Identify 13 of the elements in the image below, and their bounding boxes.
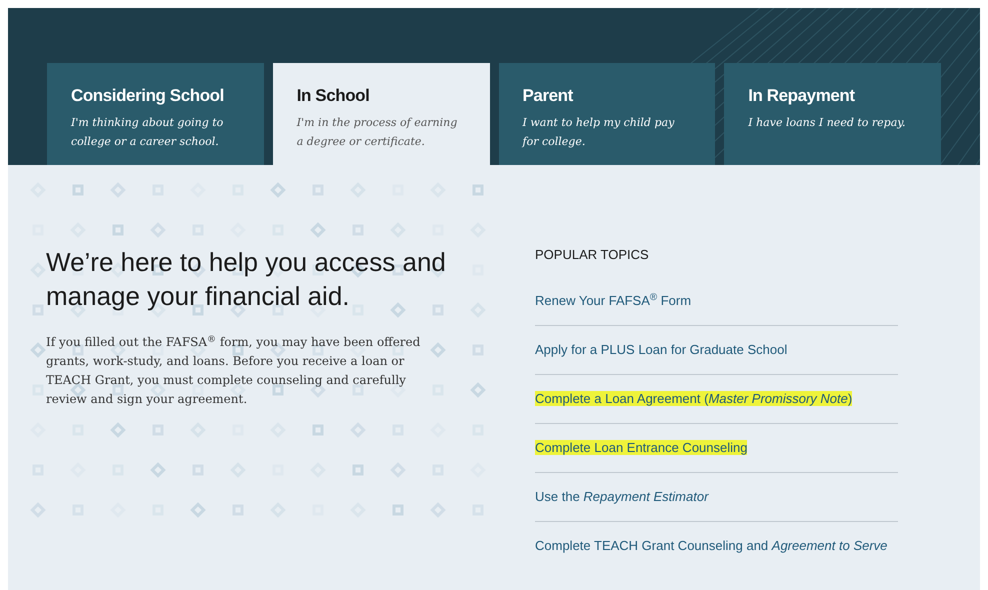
topic-link[interactable]: Complete a Loan Agreement (Master Promissory Note) [535, 390, 852, 406]
topic-link[interactable]: Use the Repayment Estimator [535, 488, 708, 504]
audience-tab[interactable]: Parent I want to help my child pay for college. [498, 63, 716, 165]
audience-tab[interactable]: In School I'm in the process of earning a degree or certificate. [272, 63, 490, 165]
topic-link[interactable]: Renew Your FAFSA$^{®}$ Form [535, 292, 692, 308]
intro-heading: We’re here to help you access and manage your financial aid. [46, 246, 447, 313]
topic-link[interactable]: Complete Loan Entrance Counseling [535, 440, 748, 454]
popular-topics-heading: POPULAR TOPICS [535, 246, 650, 264]
topic-link[interactable]: Complete TEACH Grant Counseling and Agreement to Serve [535, 538, 888, 552]
audience-tab[interactable]: Considering School I'm thinking about going to college or a career school. [47, 63, 264, 165]
intro-paragraph: If you filled out the FAFSA$^{®}$ form, you may have been offered grants, work-study, and loans. Before you receive a loan or TEACH Grant, you must complete counseling and carefully review and sign your agreement. [46, 334, 422, 408]
topic-link[interactable]: Apply for a PLUS Loan for Graduate School [535, 342, 788, 356]
audience-tab[interactable]: In Repayment I have loans I need to repay. [724, 63, 941, 165]
